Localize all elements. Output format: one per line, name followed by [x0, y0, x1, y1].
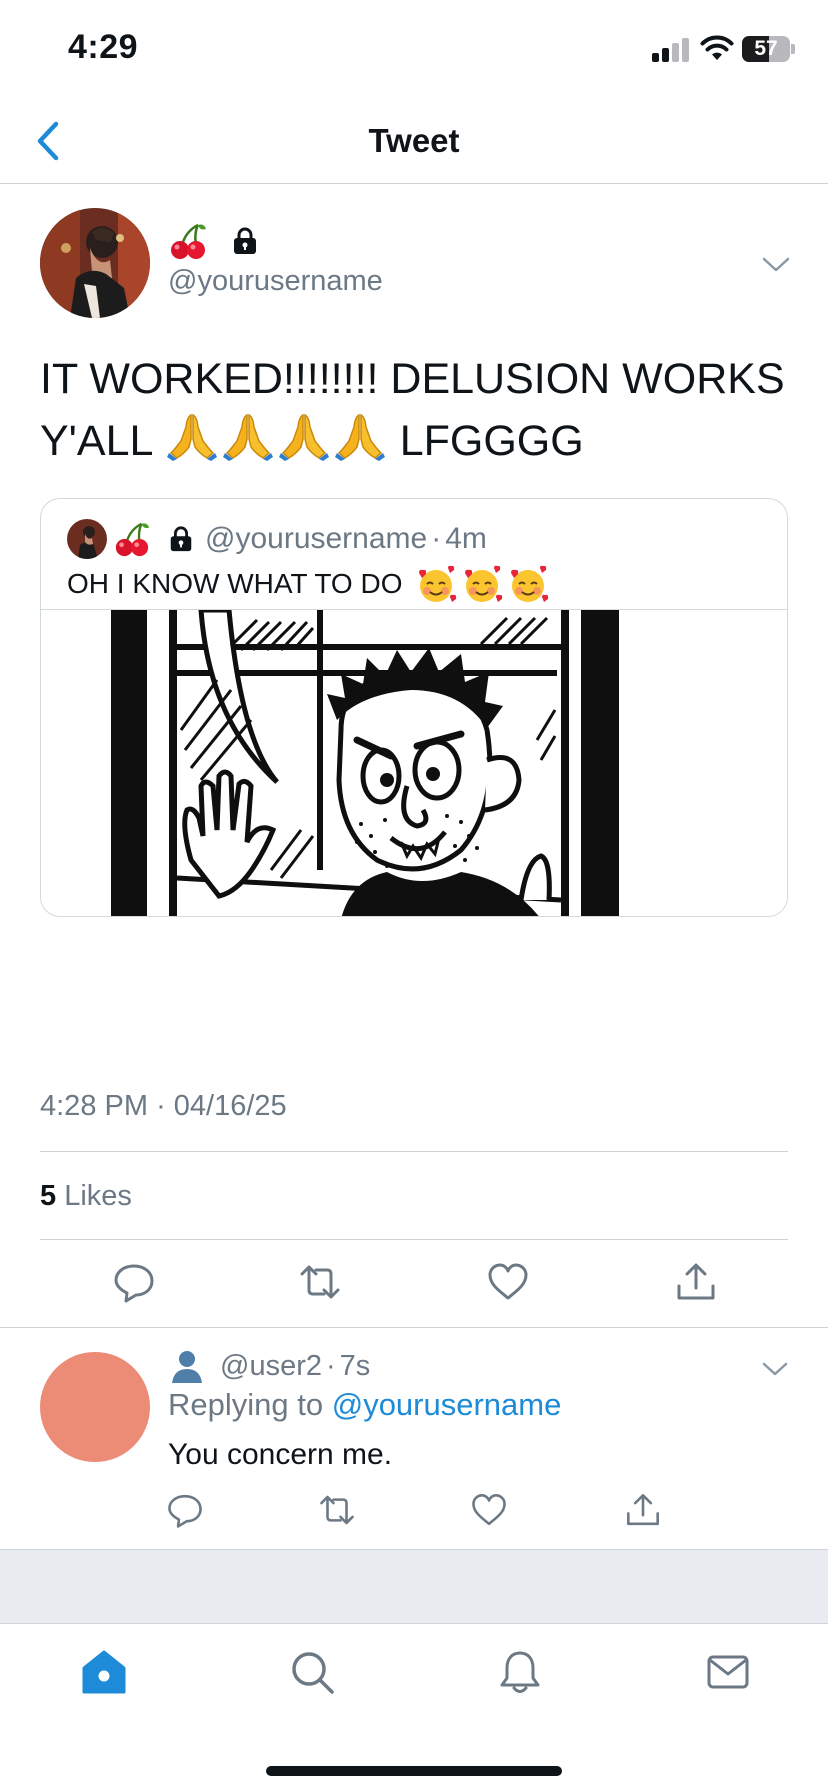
- pray-emoji-row: [164, 413, 388, 465]
- battery-nub: [791, 44, 795, 54]
- quoted-text-content: OH I KNOW WHAT TO DO: [67, 568, 403, 599]
- quoted-timestamp: 4m: [445, 522, 487, 555]
- pray-emoji: [222, 413, 273, 461]
- cherry-emoji: [171, 223, 206, 259]
- tweet-text: IT WORKED!!!!!!!! DELUSION WORKS Y'ALL L…: [40, 348, 800, 472]
- page-title: Tweet: [368, 122, 460, 159]
- battery-level: 57: [754, 37, 778, 60]
- reply-handle: @user2: [220, 1349, 322, 1382]
- reply-icon[interactable]: [166, 1491, 204, 1529]
- share-icon[interactable]: [624, 1491, 662, 1529]
- cellular-signal-icon: [652, 38, 690, 62]
- tweet-date: 04/16/25: [173, 1090, 287, 1122]
- reply-icon[interactable]: [112, 1260, 156, 1304]
- quoted-tweet-header: @yourusername · 4m: [67, 519, 487, 559]
- heart-icon[interactable]: [470, 1491, 508, 1529]
- display-name[interactable]: [168, 221, 260, 261]
- nav-header: Tweet: [0, 100, 828, 184]
- divider: [0, 1327, 828, 1328]
- chevron-down-icon[interactable]: [760, 255, 792, 275]
- pray-emoji: [278, 413, 329, 461]
- tweet-meta: 4:28 PM · 04/16/25: [40, 1090, 287, 1123]
- replying-to: Replying to @yourusername: [168, 1387, 561, 1423]
- divider: [40, 1151, 788, 1152]
- heart-icon[interactable]: [486, 1260, 530, 1304]
- battery-indicator: 57: [742, 36, 790, 62]
- retweet-icon[interactable]: [298, 1260, 342, 1304]
- cherry-emoji: [115, 522, 150, 557]
- tweet-actions: [0, 1260, 828, 1330]
- mail-icon[interactable]: [704, 1648, 752, 1696]
- person-icon: [172, 1351, 202, 1383]
- likes-label: Likes: [64, 1180, 132, 1212]
- reply-actions: [0, 1491, 828, 1535]
- chevron-down-icon[interactable]: [760, 1361, 790, 1379]
- likes-stat[interactable]: 5 Likes: [40, 1180, 132, 1213]
- replying-to-label: Replying to: [168, 1387, 324, 1422]
- divider: [40, 1239, 788, 1240]
- reply-text: You concern me.: [168, 1438, 393, 1471]
- lock-icon: [170, 526, 192, 552]
- blush-emoji-row: [411, 563, 549, 605]
- likes-count: 5: [40, 1180, 57, 1212]
- pray-emoji: [334, 413, 385, 461]
- retweet-icon[interactable]: [318, 1491, 356, 1529]
- quoted-tweet[interactable]: @yourusername · 4m OH I KNOW WHAT TO DO: [40, 498, 788, 917]
- separator-dot: ·: [156, 1090, 166, 1122]
- quoted-handle: @yourusername: [205, 522, 428, 555]
- status-time: 4:29: [68, 28, 139, 66]
- pray-emoji: [166, 413, 217, 461]
- separator-dot: ·: [325, 1349, 336, 1382]
- home-indicator[interactable]: [266, 1766, 562, 1776]
- reply-tweet[interactable]: @user2 · 7s Replying to @yourusername Yo…: [0, 1329, 828, 1547]
- smiling-hearts-emoji: [418, 565, 456, 602]
- tweet-time: 4:28 PM: [40, 1090, 148, 1122]
- avatar[interactable]: [40, 208, 150, 318]
- home-icon[interactable]: [80, 1648, 128, 1696]
- status-bar: 4:29 57: [0, 0, 828, 100]
- bell-icon[interactable]: [496, 1648, 544, 1696]
- lock-icon: [234, 227, 256, 254]
- tweet-text-end: LFGGGG: [399, 417, 584, 465]
- reply-timestamp: 7s: [339, 1349, 371, 1382]
- quoted-text: OH I KNOW WHAT TO DO: [67, 563, 549, 605]
- share-icon[interactable]: [674, 1260, 718, 1304]
- quoted-media-image[interactable]: [41, 607, 787, 916]
- reply-header: @user2 · 7s: [168, 1347, 370, 1385]
- avatar[interactable]: [40, 1352, 150, 1462]
- empty-section: [0, 1549, 828, 1624]
- tweet-handle[interactable]: @yourusername: [168, 265, 383, 298]
- smiling-hearts-emoji: [464, 565, 502, 602]
- search-icon[interactable]: [288, 1648, 336, 1696]
- replying-to-handle[interactable]: @yourusername: [332, 1387, 562, 1422]
- wifi-icon: [700, 35, 734, 60]
- quoted-avatar: [67, 519, 107, 559]
- smiling-hearts-emoji: [510, 565, 548, 602]
- separator-dot: ·: [431, 522, 442, 555]
